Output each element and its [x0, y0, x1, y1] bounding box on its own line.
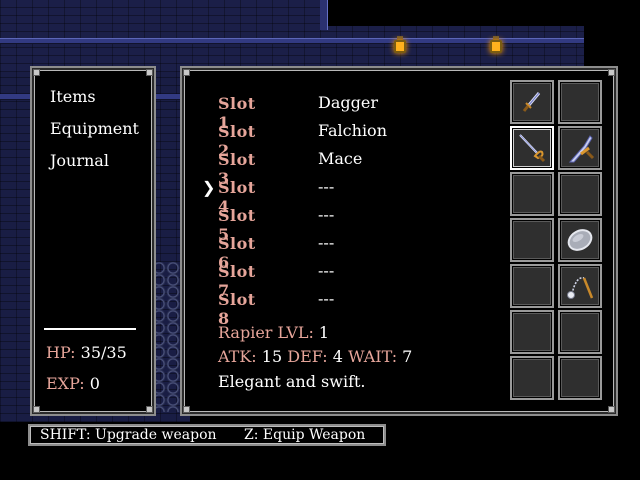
grid-cell-empty[interactable] — [510, 218, 554, 262]
hp-value: 35/35 — [80, 343, 127, 362]
flail-icon — [567, 277, 594, 299]
slot-weapon: --- — [318, 177, 335, 196]
inventory-grid — [510, 80, 604, 404]
lvl-label: LVL: — [277, 323, 314, 342]
lantern-icon — [490, 36, 502, 56]
divider — [44, 328, 136, 330]
slot-weapon: Dagger — [318, 93, 378, 112]
grid-cell-dagger[interactable] — [510, 80, 554, 124]
lvl-value: 1 — [318, 323, 330, 342]
falchion-icon — [568, 135, 595, 163]
grid-cell-empty[interactable] — [510, 172, 554, 216]
rapier-icon — [519, 134, 546, 163]
exp-value: 0 — [89, 374, 100, 393]
exp-stat: EXP: 0 — [46, 375, 100, 393]
grid-cell-empty[interactable] — [558, 80, 602, 124]
grid-cell-empty[interactable] — [558, 310, 602, 354]
weapon-stats: ATK: 15 DEF: 4 WAIT: 7 — [218, 348, 412, 366]
grid-cell-rapier[interactable] — [510, 126, 554, 170]
slot-weapon: --- — [318, 261, 335, 280]
grid-cell-empty[interactable] — [510, 356, 554, 400]
menu-panel: Items Equipment Journal HP: 35/35 EXP: 0 — [30, 66, 156, 416]
wait-label: WAIT: — [348, 347, 398, 366]
menu-item-items[interactable]: Items — [50, 88, 96, 106]
def-label: DEF: — [287, 347, 328, 366]
slot-weapon: --- — [318, 289, 335, 308]
chain-decoration — [152, 262, 182, 412]
weapon-title: Rapier LVL: 1 — [218, 324, 329, 342]
weapon-name: Rapier — [218, 323, 273, 342]
shield-icon — [567, 229, 593, 251]
grid-cell-empty[interactable] — [510, 310, 554, 354]
equipment-panel: Slot 1 Dagger Slot 2 Falchion Slot 3 Mac… — [180, 66, 618, 416]
controls-hint-bar: SHIFT: Upgrade weapon Z: Equip Weapon — [28, 424, 386, 446]
grid-cell-empty[interactable] — [510, 264, 554, 308]
wall-pillar — [320, 0, 328, 30]
selection-cursor-icon: ❯ — [202, 178, 216, 197]
slot-weapon: Mace — [318, 149, 363, 168]
dagger-icon — [522, 92, 541, 112]
lantern-icon — [394, 36, 406, 56]
slot-weapon: Falchion — [318, 121, 387, 140]
menu-item-journal[interactable]: Journal — [50, 152, 109, 170]
grid-cell-falchion[interactable] — [558, 126, 602, 170]
weapon-description: Elegant and swift. — [218, 372, 366, 391]
grid-cell-flail[interactable] — [558, 264, 602, 308]
menu-item-equipment[interactable]: Equipment — [50, 120, 139, 138]
exp-label: EXP: — [46, 374, 85, 393]
def-value: 4 — [332, 347, 343, 366]
wait-value: 7 — [402, 347, 413, 366]
grid-cell-shield[interactable] — [558, 218, 602, 262]
slot-weapon: --- — [318, 205, 335, 224]
hp-label: HP: — [46, 343, 76, 362]
slot-weapon: --- — [318, 233, 335, 252]
dark-void — [320, 0, 584, 26]
hp-stat: HP: 35/35 — [46, 344, 127, 362]
upgrade-hint: SHIFT: Upgrade weapon — [40, 427, 217, 443]
atk-value: 15 — [261, 347, 283, 366]
grid-cell-empty[interactable] — [558, 172, 602, 216]
grid-cell-empty[interactable] — [558, 356, 602, 400]
atk-label: ATK: — [218, 347, 257, 366]
equip-hint: Z: Equip Weapon — [244, 427, 366, 443]
